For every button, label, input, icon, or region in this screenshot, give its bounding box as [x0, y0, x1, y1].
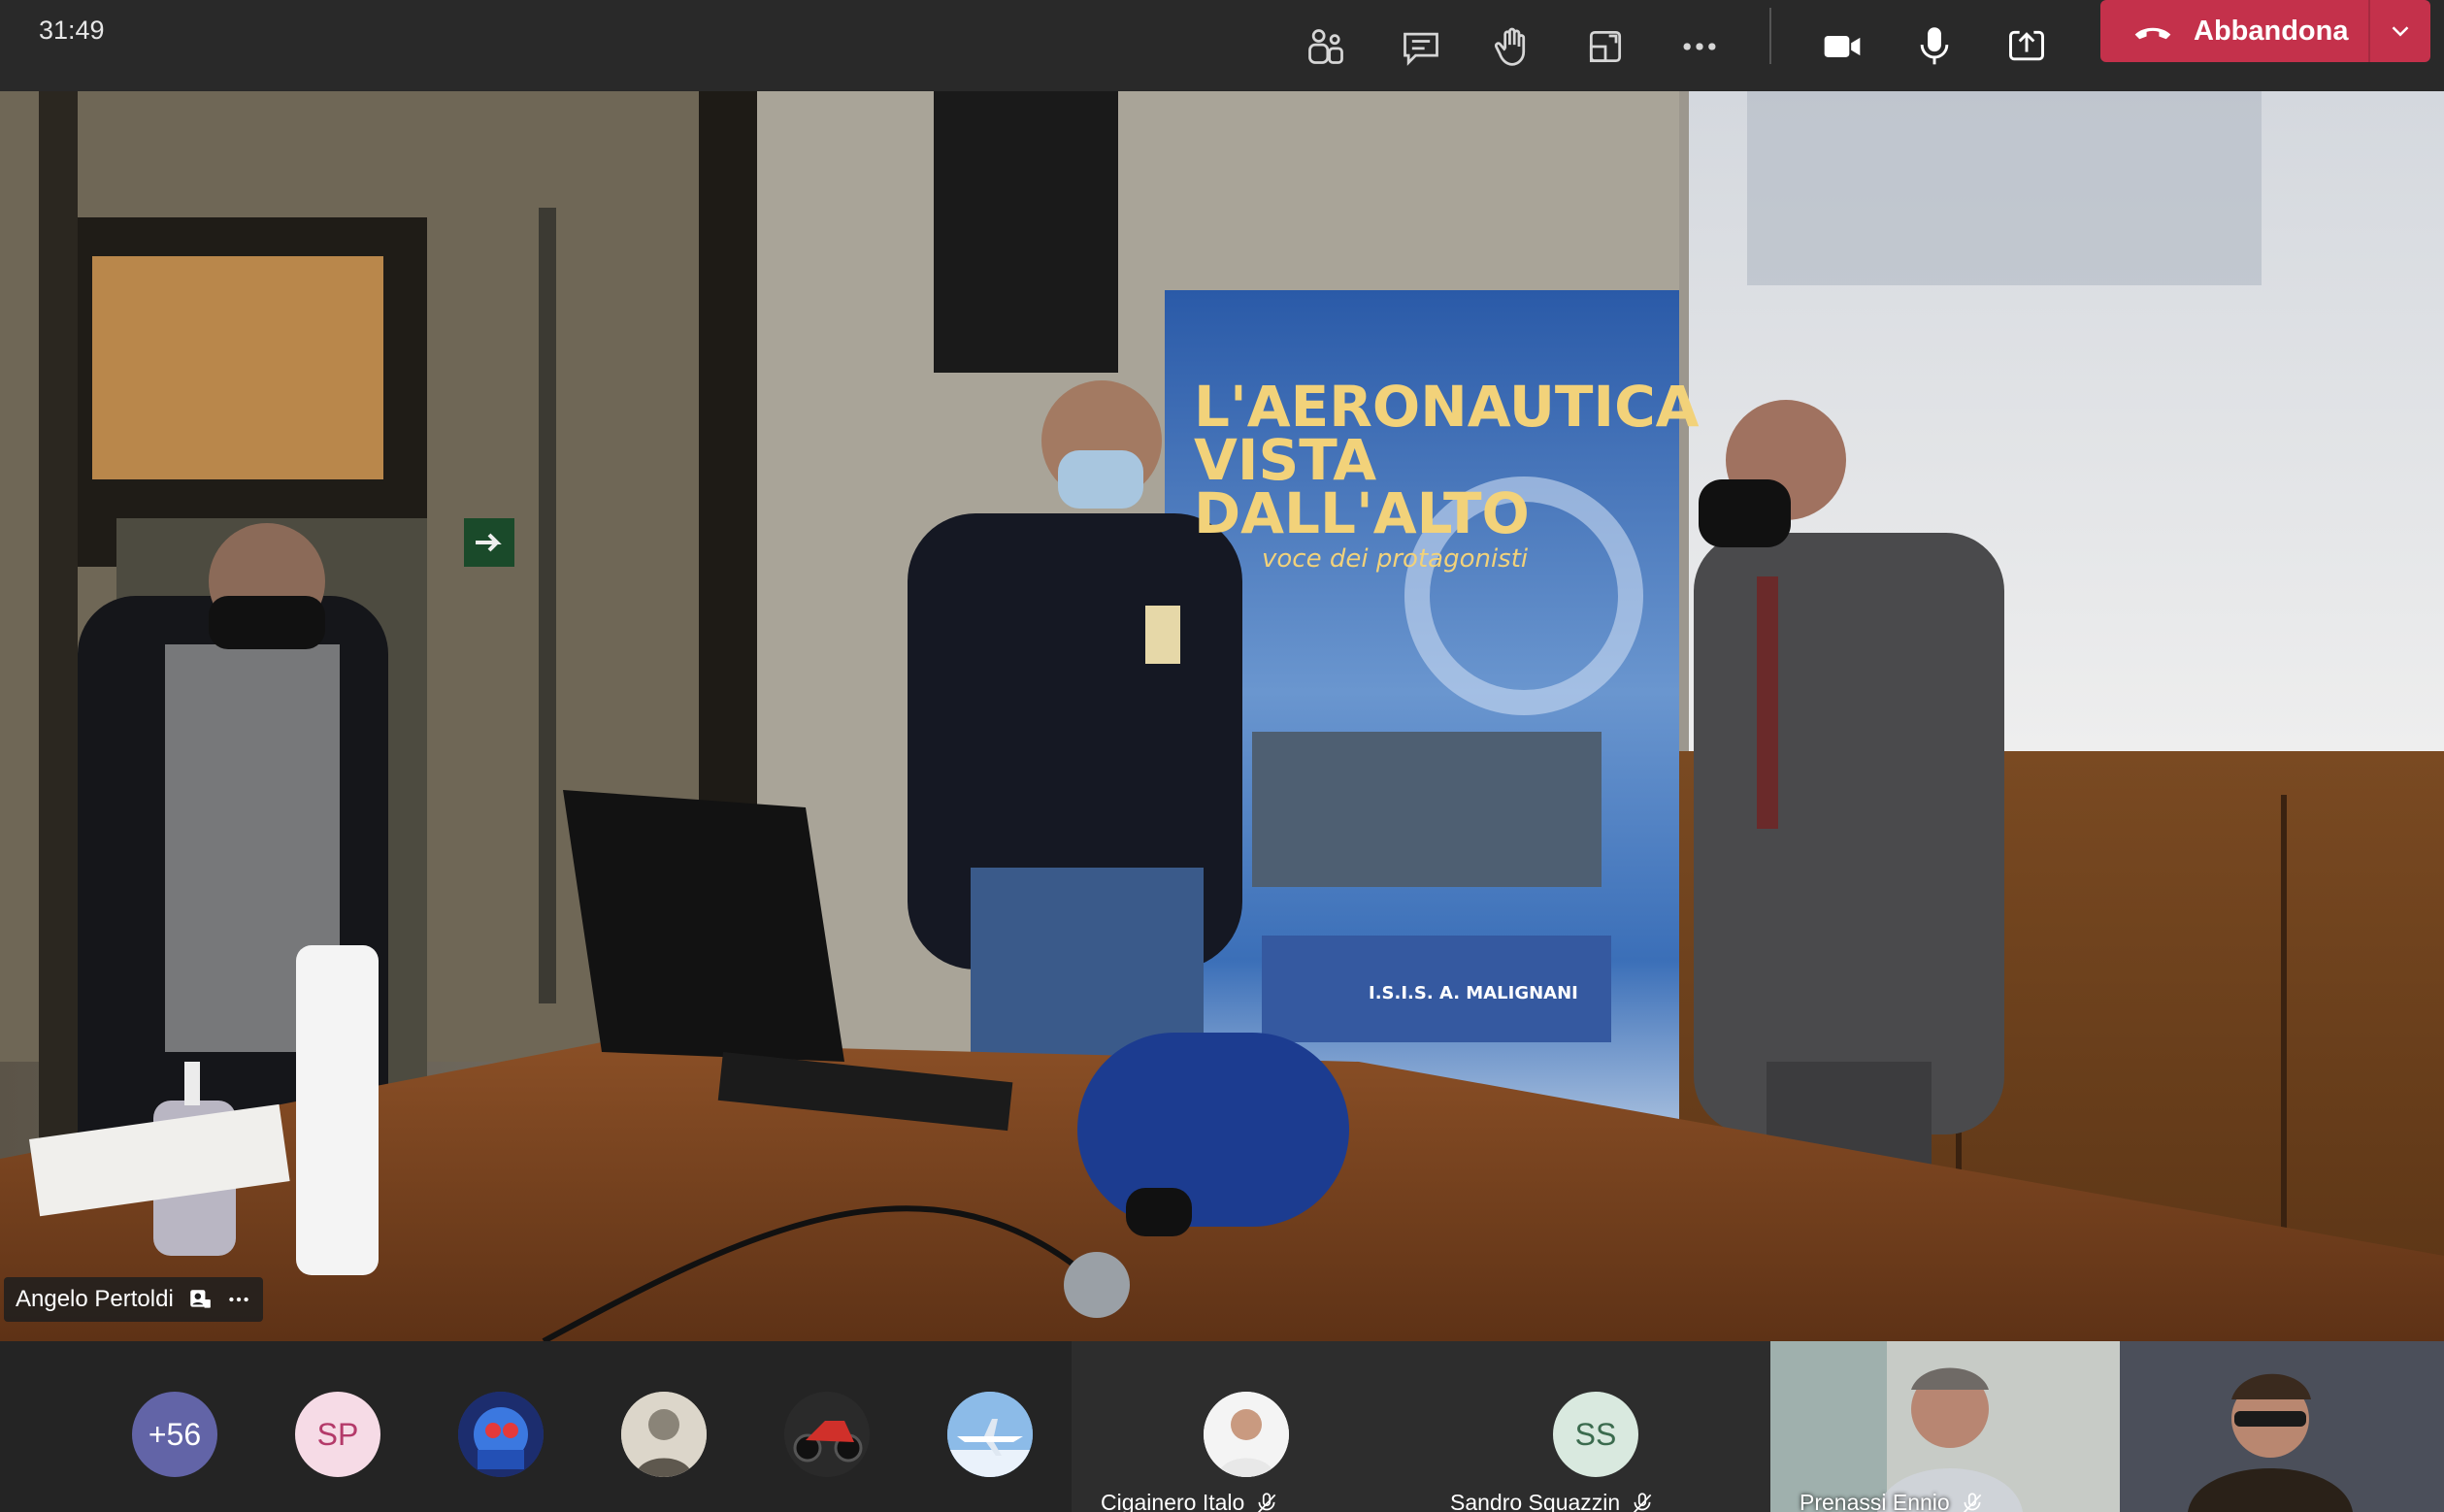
- participant-name-row: Sandro Squazzin: [1450, 1490, 1655, 1512]
- leave-button-group: Abbandona: [2100, 0, 2430, 62]
- call-timer: 31:49: [39, 16, 105, 45]
- leave-button[interactable]: Abbandona: [2100, 0, 2368, 62]
- chat-icon[interactable]: [1382, 8, 1460, 85]
- participant-name-row: Prenassi Ennio: [1800, 1490, 1985, 1512]
- more-icon[interactable]: [1661, 8, 1738, 85]
- hang-up-icon: [2134, 27, 2171, 40]
- participant-name: Prenassi Ennio: [1800, 1490, 1950, 1512]
- banner-text-layer: L'AERONAUTICA VISTA DALL'ALTO voce dei p…: [1194, 374, 1700, 1003]
- avatar-initials: SP: [316, 1416, 359, 1452]
- portrait-avatar-icon[interactable]: [621, 1392, 707, 1477]
- muted-microphone-icon: [1258, 1492, 1276, 1512]
- avatar-initials: SS: [1574, 1416, 1617, 1452]
- leave-options-chevron-icon[interactable]: [2370, 0, 2430, 62]
- overflow-count: +56: [148, 1416, 202, 1452]
- participant-video-tile[interactable]: Prenassi Ennio: [1770, 1341, 2120, 1512]
- participant-tile[interactable]: SS Sandro Squazzin: [1421, 1341, 1770, 1512]
- microphone-icon[interactable]: [1896, 8, 1973, 85]
- muted-microphone-icon: [1633, 1492, 1652, 1512]
- toolbar-separator: [1769, 8, 1771, 64]
- raise-hand-icon[interactable]: [1473, 8, 1551, 85]
- rooms-icon[interactable]: [1567, 8, 1644, 85]
- participant-video: [1770, 1341, 2120, 1512]
- participant-video-tile[interactable]: [2120, 1341, 2444, 1512]
- pinned-participant-icon: [190, 1290, 211, 1308]
- banner-logo-text: I.S.I.S. A. MALIGNANI: [1369, 983, 1578, 1003]
- speaker-name: Angelo Pertoldi: [16, 1286, 174, 1312]
- participant-name-row: Cigainero Italo: [1101, 1490, 1279, 1512]
- speaker-name-tag: Angelo Pertoldi: [4, 1277, 263, 1322]
- camera-icon[interactable]: [1803, 8, 1881, 85]
- participant-tile[interactable]: Cigainero Italo: [1072, 1341, 1421, 1512]
- leave-label: Abbandona: [2194, 15, 2349, 47]
- muted-microphone-icon: [1963, 1492, 1982, 1512]
- participant-name: Cigainero Italo: [1101, 1490, 1245, 1512]
- overflow-participants-badge[interactable]: +56: [132, 1392, 217, 1477]
- share-icon[interactable]: [1988, 8, 2065, 85]
- participant-more-icon[interactable]: [226, 1287, 251, 1312]
- meeting-toolbar: 31:49 Abbandona: [0, 0, 2444, 91]
- participant-name: Sandro Squazzin: [1450, 1490, 1621, 1512]
- motorbike-avatar-icon[interactable]: [784, 1392, 870, 1477]
- avatar-ss: SS: [1553, 1392, 1638, 1477]
- robot-avatar-icon[interactable]: [458, 1392, 544, 1477]
- avatar-sp[interactable]: SP: [295, 1392, 380, 1477]
- participant-video: [2120, 1341, 2444, 1512]
- participants-icon[interactable]: [1287, 8, 1365, 85]
- photo-avatar: [1204, 1392, 1289, 1477]
- main-video-feed[interactable]: L'AERONAUTICA VISTA DALL'ALTO voce dei p…: [0, 91, 2444, 1341]
- banner-title-line-3: DALL'ALTO: [1194, 480, 1530, 546]
- airplane-avatar-icon[interactable]: [947, 1392, 1033, 1477]
- banner-subtitle: voce dei protagonisti: [1262, 544, 1529, 574]
- participants-strip: +56 SP Cigainero Italo SS Sandro Squazzi…: [0, 1341, 2444, 1512]
